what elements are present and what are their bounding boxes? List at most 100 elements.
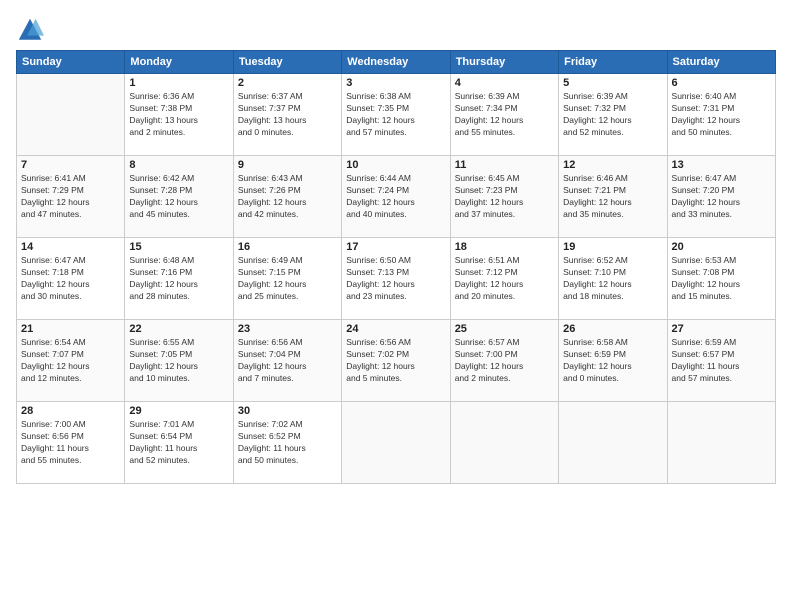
day-cell (17, 74, 125, 156)
weekday-header-tuesday: Tuesday (233, 51, 341, 74)
day-info: Sunrise: 6:51 AM Sunset: 7:12 PM Dayligh… (455, 255, 554, 303)
week-row-5: 28 Sunrise: 7:00 AM Sunset: 6:56 PM Dayli… (17, 402, 776, 484)
day-info: Sunrise: 6:45 AM Sunset: 7:23 PM Dayligh… (455, 173, 554, 221)
day-number: 30 (238, 405, 337, 417)
day-cell: 28 Sunrise: 7:00 AM Sunset: 6:56 PM Dayli… (17, 402, 125, 484)
day-cell: 7 Sunrise: 6:41 AM Sunset: 7:29 PM Daylig… (17, 156, 125, 238)
day-cell: 26 Sunrise: 6:58 AM Sunset: 6:59 PM Dayli… (559, 320, 667, 402)
day-info: Sunrise: 7:01 AM Sunset: 6:54 PM Dayligh… (129, 419, 228, 467)
day-cell: 18 Sunrise: 6:51 AM Sunset: 7:12 PM Dayli… (450, 238, 558, 320)
day-cell: 23 Sunrise: 6:56 AM Sunset: 7:04 PM Dayli… (233, 320, 341, 402)
day-cell: 22 Sunrise: 6:55 AM Sunset: 7:05 PM Dayli… (125, 320, 233, 402)
day-info: Sunrise: 6:39 AM Sunset: 7:34 PM Dayligh… (455, 91, 554, 139)
weekday-header-monday: Monday (125, 51, 233, 74)
week-row-2: 7 Sunrise: 6:41 AM Sunset: 7:29 PM Daylig… (17, 156, 776, 238)
day-number: 23 (238, 323, 337, 335)
day-cell (559, 402, 667, 484)
day-number: 26 (563, 323, 662, 335)
day-cell: 12 Sunrise: 6:46 AM Sunset: 7:21 PM Dayli… (559, 156, 667, 238)
week-row-1: 1Sunrise: 6:36 AM Sunset: 7:38 PM Daylig… (17, 74, 776, 156)
day-number: 18 (455, 241, 554, 253)
day-cell: 27 Sunrise: 6:59 AM Sunset: 6:57 PM Dayli… (667, 320, 775, 402)
day-cell: 13 Sunrise: 6:47 AM Sunset: 7:20 PM Dayli… (667, 156, 775, 238)
day-info: Sunrise: 6:53 AM Sunset: 7:08 PM Dayligh… (672, 255, 771, 303)
day-cell: 15Sunrise: 6:48 AM Sunset: 7:16 PM Dayli… (125, 238, 233, 320)
day-cell: 17 Sunrise: 6:50 AM Sunset: 7:13 PM Dayli… (342, 238, 450, 320)
day-number: 20 (672, 241, 771, 253)
day-info: Sunrise: 6:56 AM Sunset: 7:02 PM Dayligh… (346, 337, 445, 385)
day-number: 6 (672, 77, 771, 89)
day-number: 16 (238, 241, 337, 253)
day-cell (667, 402, 775, 484)
day-cell: 14 Sunrise: 6:47 AM Sunset: 7:18 PM Dayli… (17, 238, 125, 320)
day-number: 13 (672, 159, 771, 171)
day-info: Sunrise: 6:47 AM Sunset: 7:18 PM Dayligh… (21, 255, 120, 303)
day-info: Sunrise: 6:46 AM Sunset: 7:21 PM Dayligh… (563, 173, 662, 221)
day-number: 7 (21, 159, 120, 171)
day-cell: 3Sunrise: 6:38 AM Sunset: 7:35 PM Daylig… (342, 74, 450, 156)
day-number: 19 (563, 241, 662, 253)
day-cell: 21 Sunrise: 6:54 AM Sunset: 7:07 PM Dayli… (17, 320, 125, 402)
day-info: Sunrise: 6:37 AM Sunset: 7:37 PM Dayligh… (238, 91, 337, 139)
day-number: 29 (129, 405, 228, 417)
day-cell: 4 Sunrise: 6:39 AM Sunset: 7:34 PM Daylig… (450, 74, 558, 156)
day-info: Sunrise: 6:38 AM Sunset: 7:35 PM Dayligh… (346, 91, 445, 139)
day-cell (342, 402, 450, 484)
day-info: Sunrise: 6:42 AM Sunset: 7:28 PM Dayligh… (129, 173, 228, 221)
weekday-header-row: SundayMondayTuesdayWednesdayThursdayFrid… (17, 51, 776, 74)
day-cell: 8 Sunrise: 6:42 AM Sunset: 7:28 PM Daylig… (125, 156, 233, 238)
day-info: Sunrise: 6:50 AM Sunset: 7:13 PM Dayligh… (346, 255, 445, 303)
day-cell: 11 Sunrise: 6:45 AM Sunset: 7:23 PM Dayli… (450, 156, 558, 238)
day-number: 2 (238, 77, 337, 89)
week-row-4: 21 Sunrise: 6:54 AM Sunset: 7:07 PM Dayli… (17, 320, 776, 402)
weekday-header-saturday: Saturday (667, 51, 775, 74)
weekday-header-friday: Friday (559, 51, 667, 74)
day-cell: 29 Sunrise: 7:01 AM Sunset: 6:54 PM Dayli… (125, 402, 233, 484)
day-cell: 25Sunrise: 6:57 AM Sunset: 7:00 PM Dayli… (450, 320, 558, 402)
day-number: 28 (21, 405, 120, 417)
day-info: Sunrise: 6:48 AM Sunset: 7:16 PM Dayligh… (129, 255, 228, 303)
day-cell: 6Sunrise: 6:40 AM Sunset: 7:31 PM Daylig… (667, 74, 775, 156)
day-info: Sunrise: 6:49 AM Sunset: 7:15 PM Dayligh… (238, 255, 337, 303)
day-cell: 24Sunrise: 6:56 AM Sunset: 7:02 PM Dayli… (342, 320, 450, 402)
day-number: 9 (238, 159, 337, 171)
day-info: Sunrise: 6:57 AM Sunset: 7:00 PM Dayligh… (455, 337, 554, 385)
day-info: Sunrise: 7:00 AM Sunset: 6:56 PM Dayligh… (21, 419, 120, 467)
day-info: Sunrise: 6:39 AM Sunset: 7:32 PM Dayligh… (563, 91, 662, 139)
calendar: SundayMondayTuesdayWednesdayThursdayFrid… (16, 50, 776, 484)
day-number: 14 (21, 241, 120, 253)
day-info: Sunrise: 6:56 AM Sunset: 7:04 PM Dayligh… (238, 337, 337, 385)
day-number: 17 (346, 241, 445, 253)
day-info: Sunrise: 6:59 AM Sunset: 6:57 PM Dayligh… (672, 337, 771, 385)
day-info: Sunrise: 6:58 AM Sunset: 6:59 PM Dayligh… (563, 337, 662, 385)
day-cell: 9Sunrise: 6:43 AM Sunset: 7:26 PM Daylig… (233, 156, 341, 238)
day-number: 22 (129, 323, 228, 335)
day-info: Sunrise: 6:41 AM Sunset: 7:29 PM Dayligh… (21, 173, 120, 221)
day-number: 4 (455, 77, 554, 89)
day-cell: 16 Sunrise: 6:49 AM Sunset: 7:15 PM Dayli… (233, 238, 341, 320)
day-info: Sunrise: 6:55 AM Sunset: 7:05 PM Dayligh… (129, 337, 228, 385)
day-info: Sunrise: 6:47 AM Sunset: 7:20 PM Dayligh… (672, 173, 771, 221)
day-number: 11 (455, 159, 554, 171)
day-info: Sunrise: 6:44 AM Sunset: 7:24 PM Dayligh… (346, 173, 445, 221)
day-number: 21 (21, 323, 120, 335)
day-cell: 2 Sunrise: 6:37 AM Sunset: 7:37 PM Daylig… (233, 74, 341, 156)
day-cell: 1Sunrise: 6:36 AM Sunset: 7:38 PM Daylig… (125, 74, 233, 156)
day-cell: 19 Sunrise: 6:52 AM Sunset: 7:10 PM Dayli… (559, 238, 667, 320)
day-cell: 30 Sunrise: 7:02 AM Sunset: 6:52 PM Dayli… (233, 402, 341, 484)
day-number: 27 (672, 323, 771, 335)
day-info: Sunrise: 6:36 AM Sunset: 7:38 PM Dayligh… (129, 91, 228, 139)
day-cell (450, 402, 558, 484)
day-cell: 10 Sunrise: 6:44 AM Sunset: 7:24 PM Dayli… (342, 156, 450, 238)
day-info: Sunrise: 6:52 AM Sunset: 7:10 PM Dayligh… (563, 255, 662, 303)
day-info: Sunrise: 6:54 AM Sunset: 7:07 PM Dayligh… (21, 337, 120, 385)
day-number: 8 (129, 159, 228, 171)
day-cell: 20 Sunrise: 6:53 AM Sunset: 7:08 PM Dayli… (667, 238, 775, 320)
page: SundayMondayTuesdayWednesdayThursdayFrid… (0, 0, 792, 612)
day-number: 12 (563, 159, 662, 171)
logo (16, 16, 48, 44)
weekday-header-wednesday: Wednesday (342, 51, 450, 74)
week-row-3: 14 Sunrise: 6:47 AM Sunset: 7:18 PM Dayli… (17, 238, 776, 320)
day-info: Sunrise: 7:02 AM Sunset: 6:52 PM Dayligh… (238, 419, 337, 467)
day-number: 10 (346, 159, 445, 171)
